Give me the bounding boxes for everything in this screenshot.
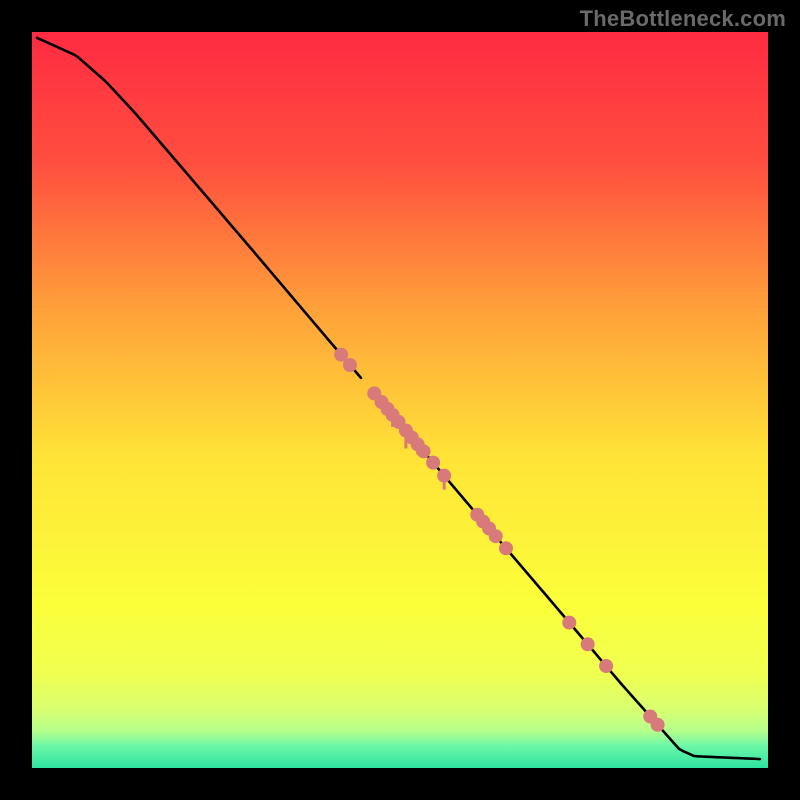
drip-bar bbox=[391, 415, 394, 427]
data-marker bbox=[437, 469, 451, 483]
data-marker bbox=[367, 386, 381, 400]
data-marker bbox=[392, 415, 406, 429]
data-marker bbox=[343, 358, 357, 372]
curve-line bbox=[37, 38, 361, 378]
data-marker bbox=[426, 456, 440, 470]
chart-svg bbox=[32, 32, 768, 768]
data-marker bbox=[386, 408, 400, 422]
data-marker bbox=[482, 521, 496, 535]
watermark-label: TheBottleneck.com bbox=[580, 6, 786, 32]
drip-bar bbox=[443, 476, 446, 490]
data-marker bbox=[581, 637, 595, 651]
data-marker bbox=[399, 424, 413, 438]
data-marker bbox=[599, 659, 613, 673]
data-marker bbox=[411, 437, 425, 451]
data-marker bbox=[334, 348, 348, 362]
data-marker bbox=[375, 395, 389, 409]
data-marker bbox=[489, 529, 503, 543]
data-marker bbox=[499, 541, 513, 555]
data-marker bbox=[476, 515, 490, 529]
drip-bar bbox=[404, 431, 407, 449]
plot-area bbox=[32, 32, 768, 768]
chart-stage: TheBottleneck.com bbox=[0, 0, 800, 800]
data-marker bbox=[405, 430, 419, 444]
data-marker bbox=[562, 616, 576, 630]
data-marker bbox=[470, 508, 484, 522]
curve-line bbox=[377, 397, 760, 759]
data-marker bbox=[380, 402, 394, 416]
drip-bar bbox=[416, 444, 419, 454]
data-marker bbox=[643, 709, 657, 723]
data-marker bbox=[417, 444, 431, 458]
data-marker bbox=[651, 718, 665, 732]
